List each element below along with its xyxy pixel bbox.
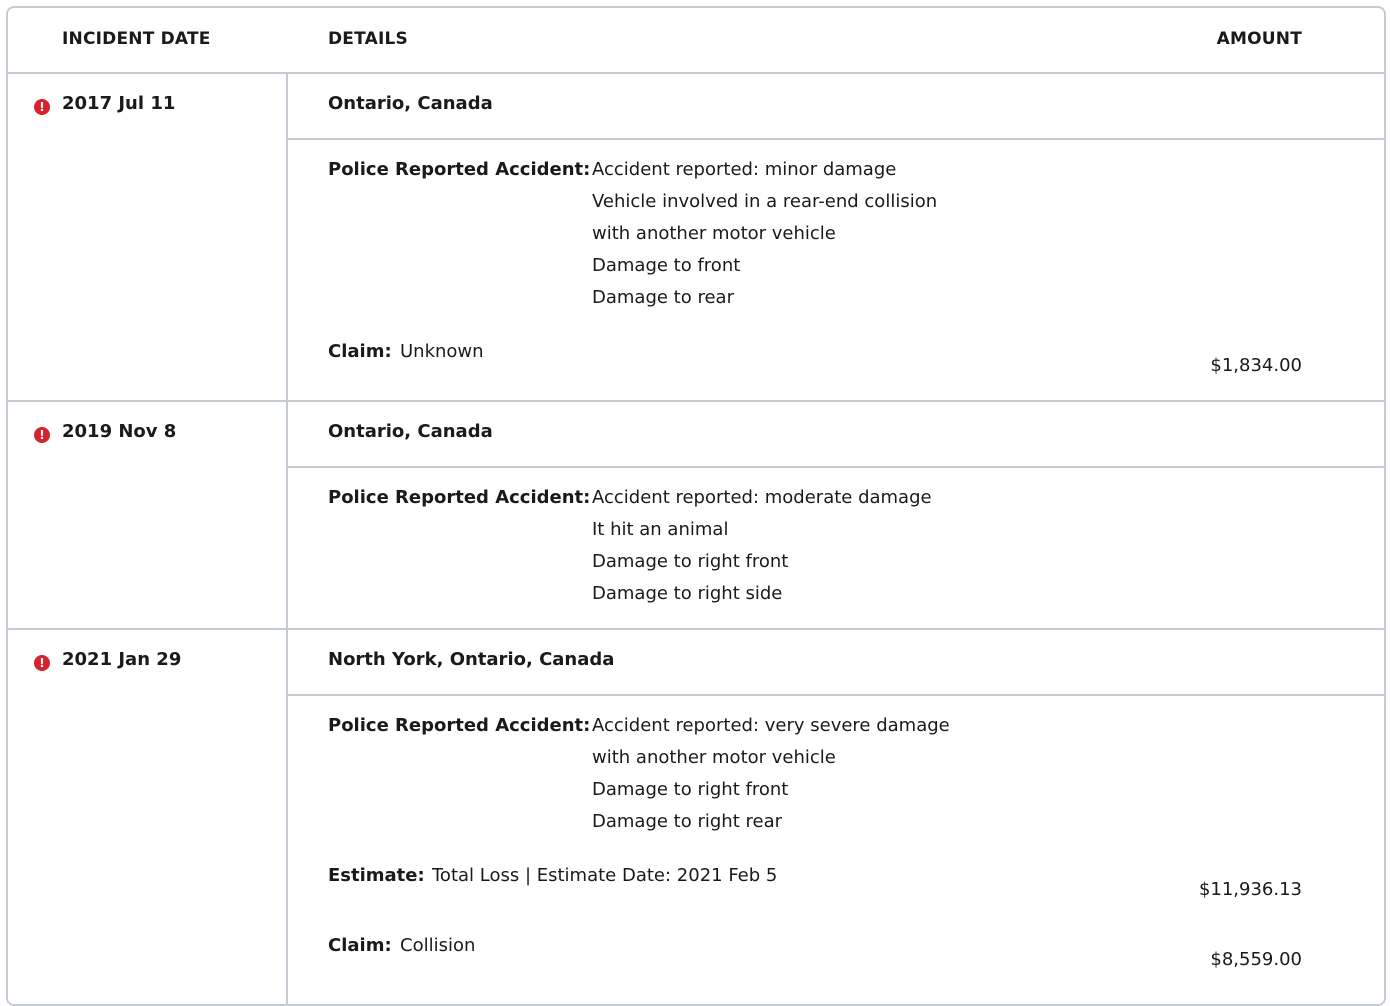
- police-report-label: Police Reported Accident:: [328, 487, 591, 508]
- police-report-line: It hit an animal: [592, 519, 729, 540]
- claim-amount: $1,834.00: [1210, 355, 1302, 376]
- header-incident-date: INCIDENT DATE: [62, 29, 211, 49]
- incident-location: Ontario, Canada: [328, 421, 493, 442]
- incident-date: 2019 Nov 8: [62, 421, 177, 442]
- police-report-details: Accident reported: moderate damage It hi…: [592, 482, 932, 610]
- header-divider: [8, 72, 1384, 74]
- police-report-label: Police Reported Accident:: [328, 715, 591, 736]
- police-report-line: Damage to right front: [592, 779, 789, 800]
- police-report-details: Accident reported: very severe damage wi…: [592, 710, 950, 838]
- police-report-line: Damage to right front: [592, 551, 789, 572]
- incident-date: 2021 Jan 29: [62, 649, 182, 670]
- estimate-value: Total Loss | Estimate Date: 2021 Feb 5: [432, 865, 778, 886]
- claim-label: Claim:: [328, 935, 392, 956]
- incident-date: 2017 Jul 11: [62, 93, 176, 114]
- incident-divider: [8, 400, 1384, 402]
- column-divider: [286, 72, 288, 1004]
- police-report-line: Accident reported: minor damage: [592, 159, 897, 180]
- estimate-amount: $11,936.13: [1198, 879, 1302, 900]
- claim-value: Collision: [400, 935, 476, 956]
- incident-location: Ontario, Canada: [328, 93, 493, 114]
- incident-divider: [8, 628, 1384, 630]
- police-report-line: with another motor vehicle: [592, 747, 836, 768]
- header-amount: AMOUNT: [1216, 29, 1302, 49]
- claim-amount: $8,559.00: [1210, 949, 1302, 970]
- incident-history-table: INCIDENT DATE DETAILS AMOUNT ! 2017 Jul …: [6, 6, 1386, 1006]
- police-report-details: Accident reported: minor damage Vehicle …: [592, 154, 937, 314]
- exclamation-circle-icon: !: [34, 99, 50, 115]
- claim-value: Unknown: [400, 341, 484, 362]
- police-report-line: Accident reported: moderate damage: [592, 487, 932, 508]
- police-report-line: Vehicle involved in a rear-end collision: [592, 191, 938, 212]
- police-report-line: Accident reported: very severe damage: [592, 715, 950, 736]
- exclamation-circle-icon: !: [34, 655, 50, 671]
- header-details: DETAILS: [328, 29, 408, 49]
- claim-label: Claim:: [328, 341, 392, 362]
- row-divider: [288, 138, 1384, 140]
- police-report-label: Police Reported Accident:: [328, 159, 591, 180]
- police-report-line: Damage to right side: [592, 583, 783, 604]
- police-report-line: Damage to rear: [592, 287, 734, 308]
- police-report-line: with another motor vehicle: [592, 223, 836, 244]
- row-divider: [288, 466, 1384, 468]
- exclamation-circle-icon: !: [34, 427, 50, 443]
- row-divider: [288, 694, 1384, 696]
- police-report-line: Damage to right rear: [592, 811, 782, 832]
- incident-location: North York, Ontario, Canada: [328, 649, 615, 670]
- estimate-label: Estimate:: [328, 865, 425, 886]
- police-report-line: Damage to front: [592, 255, 741, 276]
